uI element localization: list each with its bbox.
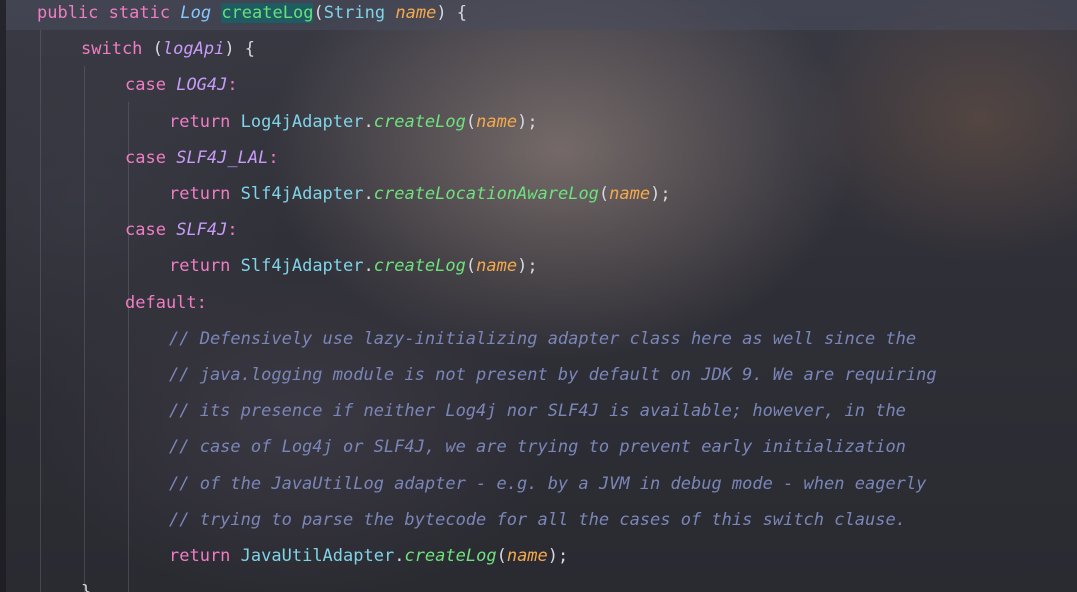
code-line[interactable]: return Slf4jAdapter.createLocationAwareL… [169,182,671,206]
code-line[interactable]: return JavaUtilAdapter.createLog(name); [169,544,568,568]
code-token: } [81,582,91,592]
code-comment: // of the JavaUtilLog adapter - e.g. by … [169,473,927,494]
code-token: createLog [373,256,466,277]
code-token: . [363,184,374,204]
code-editor[interactable]: public static Log createLog(String name)… [0,0,1077,592]
code-token: return [169,256,231,277]
code-token: static [108,3,171,23]
code-token: . [394,546,405,566]
code-token: ) { [436,3,468,23]
code-token: case [125,147,166,168]
code-comment: // trying to parse the bytecode for all … [169,509,906,530]
code-line[interactable]: return Log4jAdapter.createLog(name); [169,110,538,134]
code-token: ); [517,111,538,132]
code-comment: // case of Log4j or SLF4J, we are trying… [169,437,906,458]
code-token: ( [465,111,477,132]
code-token: LOG4J [176,75,228,96]
code-line[interactable]: case SLF4J: [125,218,238,242]
code-token: default: [125,292,207,313]
code-line[interactable]: // case of Log4j or SLF4J, we are trying… [169,435,906,459]
code-comment: // Defensively use lazy-initializing ada… [169,328,917,349]
code-token: . [363,256,374,277]
code-token: ); [517,256,538,277]
code-token: return [169,546,231,566]
code-line[interactable]: switch (logApi) { [81,37,255,61]
indent-guide [40,30,41,592]
code-token: createLog [373,111,466,132]
code-token: createLog [404,546,497,566]
code-token: createLocationAwareLog [373,184,599,204]
code-line[interactable]: case LOG4J: [125,73,238,97]
code-token: Slf4jAdapter [240,256,364,277]
editor-gutter [0,0,6,592]
code-token: SLF4J [176,220,228,241]
code-token: name [476,256,518,277]
code-token: ( [598,184,610,204]
code-token: ) { [224,39,256,60]
code-token: SLF4J_LAL [176,147,269,168]
code-token: switch [81,39,143,60]
indent-guide [128,102,129,592]
code-line[interactable]: default: [125,291,207,315]
code-token: name [609,184,651,204]
code-token: : [227,220,238,241]
code-token: Log [180,3,212,23]
code-line[interactable]: return Slf4jAdapter.createLog(name); [169,254,538,278]
code-token: public [37,3,99,23]
code-token: name [476,111,518,132]
code-token: name [395,3,437,23]
code-token: name [506,546,548,566]
code-line[interactable]: // java.logging module is not present by… [169,363,937,387]
code-token: createLog [221,3,314,23]
code-comment: // java.logging module is not present by… [169,365,937,385]
code-token: ( [496,546,507,566]
code-token: Log4jAdapter [240,111,364,132]
code-token: . [363,111,374,132]
code-token: JavaUtilAdapter [240,546,395,566]
code-token: String [323,3,386,23]
code-token: Slf4jAdapter [240,184,364,204]
code-token: ); [547,546,569,566]
code-comment: // its presence if neither Log4j nor SLF… [169,401,906,422]
code-token: case [125,75,166,96]
code-token: : [227,75,238,96]
code-token: logApi [162,39,225,60]
code-line[interactable]: public static Log createLog(String name)… [37,1,467,25]
code-line[interactable]: // of the JavaUtilLog adapter - e.g. by … [169,472,926,496]
code-line[interactable]: // trying to parse the bytecode for all … [169,508,906,532]
code-token: case [125,220,166,241]
code-token: return [169,111,231,132]
code-line[interactable]: case SLF4J_LAL: [125,146,279,170]
code-token: ( [142,39,163,60]
code-line[interactable]: // Defensively use lazy-initializing ada… [169,327,916,351]
code-token: ( [465,256,477,277]
code-line[interactable]: } [81,580,91,592]
indent-guide [84,66,85,592]
code-token: : [268,147,279,168]
code-token: ); [650,184,671,204]
code-token: return [169,184,231,204]
code-line[interactable]: // its presence if neither Log4j nor SLF… [169,399,906,423]
code-token: ( [313,3,324,23]
